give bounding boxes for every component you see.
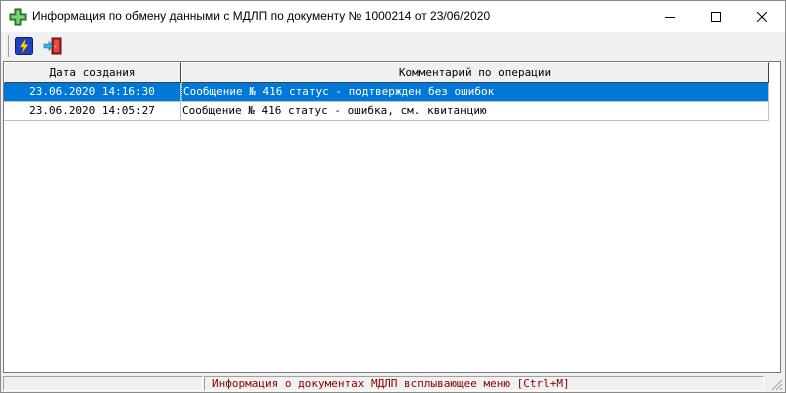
lightning-icon (15, 37, 33, 55)
title-bar[interactable]: Информация по обмену данными с МДЛП по д… (1, 1, 785, 32)
toolbar-grip[interactable] (4, 35, 9, 57)
table-row[interactable]: 23.06.2020 14:05:27 Сообщение № 416 стат… (4, 102, 769, 121)
table-row[interactable]: 23.06.2020 14:16:30 Сообщение № 416 стат… (4, 83, 769, 102)
maximize-icon (711, 11, 721, 22)
green-cross-icon (9, 8, 27, 26)
date-cell[interactable]: 23.06.2020 14:05:27 (4, 102, 181, 121)
status-hint: Информация о документах МДЛП всплывающее… (204, 376, 764, 391)
refresh-button[interactable] (13, 35, 35, 57)
column-header-comment[interactable]: Комментарий по операции (181, 62, 769, 83)
exit-door-icon (43, 37, 62, 55)
operations-grid[interactable]: Дата создания Комментарий по операции 23… (3, 61, 781, 373)
main-window: Информация по обмену данными с МДЛП по д… (0, 0, 786, 393)
close-button[interactable] (739, 1, 785, 32)
resize-grip-icon[interactable] (769, 377, 783, 391)
maximize-button[interactable] (693, 1, 739, 32)
date-cell[interactable]: 23.06.2020 14:16:30 (4, 83, 181, 102)
minimize-icon (665, 16, 675, 18)
column-header-date[interactable]: Дата создания (4, 62, 181, 83)
close-icon (757, 11, 767, 22)
toolbar (1, 32, 785, 60)
status-panel-left (3, 376, 203, 391)
comment-cell[interactable]: Сообщение № 416 статус - ошибка, см. кви… (181, 102, 769, 121)
status-bar: Информация о документах МДЛП всплывающее… (1, 375, 785, 392)
window-title: Информация по обмену данными с МДЛП по д… (32, 9, 491, 23)
exit-button[interactable] (42, 35, 64, 57)
grid-header: Дата создания Комментарий по операции (4, 62, 770, 83)
comment-cell[interactable]: Сообщение № 416 статус - подтвержден без… (181, 83, 769, 102)
minimize-button[interactable] (647, 1, 693, 32)
